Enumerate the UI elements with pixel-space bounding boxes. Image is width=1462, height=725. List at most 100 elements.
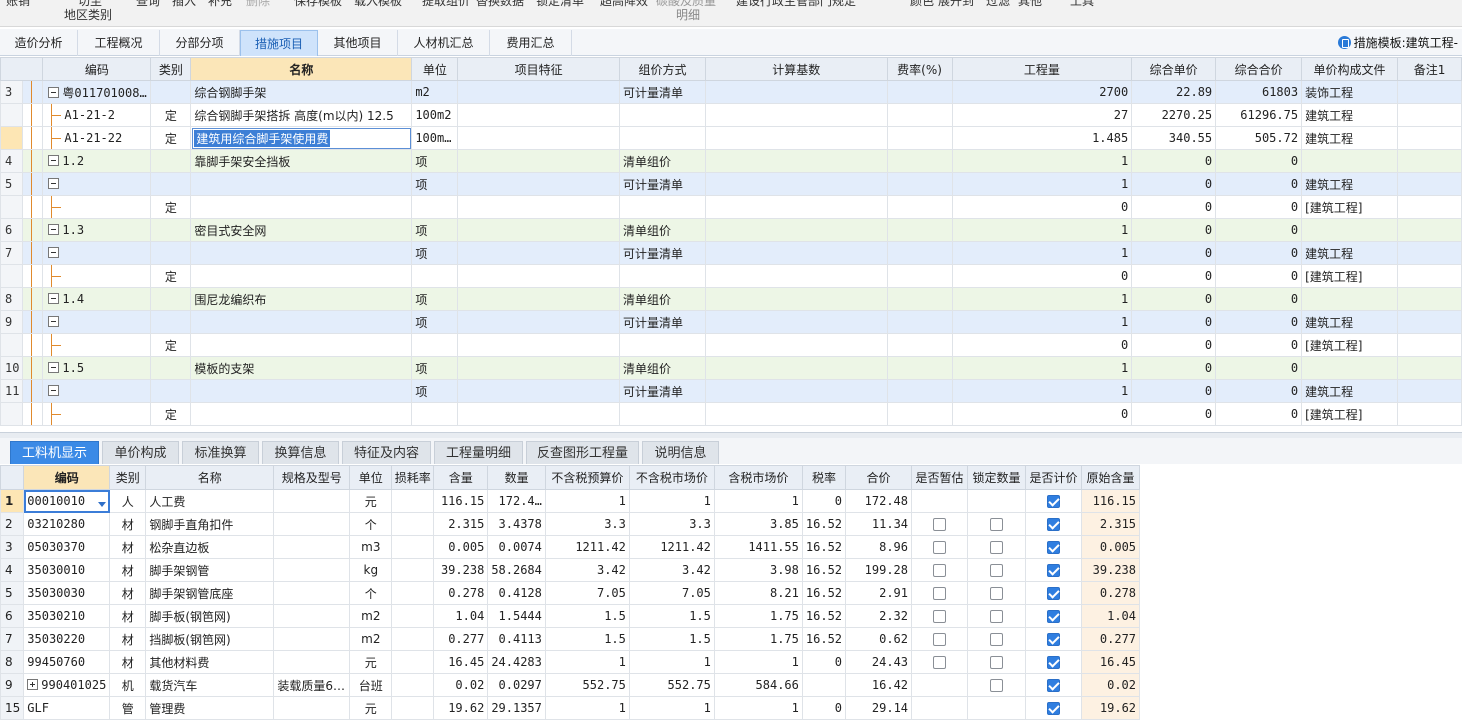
unit-cell[interactable]: 项: [411, 310, 459, 334]
lock-qty-cell[interactable]: [967, 696, 1027, 720]
loss-rate-cell[interactable]: [391, 696, 435, 720]
original-content-cell[interactable]: 19.62: [1081, 696, 1141, 720]
content-cell[interactable]: 19.62: [433, 696, 489, 720]
rate-cell[interactable]: [886, 379, 953, 403]
market-price-cell[interactable]: 1: [628, 650, 715, 674]
category-cell[interactable]: [150, 287, 192, 311]
name-cell[interactable]: 挡脚板(钢笆网): [145, 627, 275, 651]
quantity-cell[interactable]: 27: [951, 103, 1133, 127]
tab-features-content[interactable]: 特征及内容: [342, 441, 431, 464]
lock-qty-cell[interactable]: [967, 512, 1027, 536]
name-cell[interactable]: 脚手架钢管底座: [145, 581, 275, 605]
quantity-cell[interactable]: 0.0297: [487, 673, 546, 697]
quantity-cell[interactable]: 172.4…: [487, 489, 546, 513]
quantity-cell[interactable]: 0: [951, 402, 1133, 426]
feature-cell[interactable]: [457, 264, 620, 288]
feature-cell[interactable]: [457, 333, 620, 357]
code-cell[interactable]: [42, 310, 152, 334]
unit-cell[interactable]: 项: [411, 172, 459, 196]
tax-market-price-cell[interactable]: 8.21: [713, 581, 803, 605]
name-cell[interactable]: [190, 172, 413, 196]
category-cell[interactable]: [150, 218, 192, 242]
unit-price-cell[interactable]: 0: [1131, 310, 1217, 334]
total-cell[interactable]: 0: [1215, 218, 1303, 242]
row-number[interactable]: 8: [0, 287, 24, 311]
lock-checkbox[interactable]: [990, 541, 1004, 554]
original-content-cell[interactable]: 0.277: [1081, 627, 1141, 651]
measure-row[interactable]: A1-21-22 定建筑用综合脚手架使用费 100m… 1.485 340.55 505.…: [0, 126, 1462, 150]
unit-price-cell[interactable]: 0: [1131, 356, 1217, 380]
loss-rate-cell[interactable]: [391, 558, 435, 582]
spec-cell[interactable]: [273, 650, 351, 674]
total-cell[interactable]: 24.43: [845, 650, 913, 674]
tax-rate-cell[interactable]: 0: [801, 696, 847, 720]
row-number[interactable]: 1: [0, 489, 25, 513]
loss-rate-cell[interactable]: [391, 581, 435, 605]
unit-price-cell[interactable]: 0: [1131, 149, 1217, 173]
ribbon-item[interactable]: 工具: [1070, 0, 1094, 9]
unit-cell[interactable]: m2: [349, 604, 393, 628]
name-cell[interactable]: [190, 333, 413, 357]
header-quantity[interactable]: 工程量: [951, 57, 1133, 81]
row-number[interactable]: 3: [0, 535, 25, 559]
total-cell[interactable]: 11.34: [845, 512, 913, 536]
unit-price-cell[interactable]: 0: [1131, 264, 1217, 288]
quantity-cell[interactable]: 1: [951, 379, 1133, 403]
code-cell[interactable]: [42, 241, 152, 265]
tab-standard-conversion[interactable]: 标准换算: [182, 441, 259, 464]
remark-cell[interactable]: [1397, 402, 1462, 426]
budget-price-cell[interactable]: 1: [544, 489, 630, 513]
selected-name-text[interactable]: 建筑用综合脚手架使用费: [194, 129, 331, 147]
remark-cell[interactable]: [1397, 80, 1462, 104]
quantity-cell[interactable]: 1: [951, 172, 1133, 196]
content-cell[interactable]: 16.45: [433, 650, 489, 674]
is-estimate-cell[interactable]: [911, 558, 969, 582]
row-number[interactable]: 7: [0, 241, 24, 265]
unit-cell[interactable]: m3: [349, 535, 393, 559]
market-price-cell[interactable]: 3.42: [628, 558, 715, 582]
quantity-cell[interactable]: 1: [951, 241, 1133, 265]
unit-price-cell[interactable]: 340.55: [1131, 126, 1217, 150]
tax-market-price-cell[interactable]: 1: [713, 696, 803, 720]
lock-checkbox[interactable]: [990, 564, 1004, 577]
header-tax-market-price[interactable]: 含税市场价: [713, 465, 803, 490]
price-file-cell[interactable]: 建筑工程: [1301, 126, 1399, 150]
method-cell[interactable]: [619, 264, 706, 288]
priced-checkbox[interactable]: [1047, 679, 1061, 692]
loss-rate-cell[interactable]: [391, 512, 435, 536]
spec-cell[interactable]: [273, 604, 351, 628]
tax-rate-cell[interactable]: 16.52: [801, 512, 847, 536]
content-cell[interactable]: 0.005: [433, 535, 489, 559]
row-number[interactable]: [0, 264, 24, 288]
tax-rate-cell[interactable]: 0: [801, 650, 847, 674]
unit-cell[interactable]: 项: [411, 287, 459, 311]
category-cell[interactable]: 定: [150, 264, 192, 288]
estimate-checkbox[interactable]: [933, 518, 947, 531]
tab-reverse-graphic[interactable]: 反查图形工程量: [526, 441, 639, 464]
price-file-cell[interactable]: 建筑工程: [1301, 103, 1399, 127]
header-method[interactable]: 组价方式: [619, 57, 706, 81]
category-cell[interactable]: 人: [109, 489, 147, 513]
method-cell[interactable]: 可计量清单: [619, 241, 706, 265]
ribbon-item[interactable]: 查询: [136, 0, 160, 9]
measure-row[interactable]: 5 项可计量清单 1 0 0 建筑工程: [0, 172, 1462, 196]
is-priced-cell[interactable]: [1025, 604, 1083, 628]
remark-cell[interactable]: [1397, 103, 1462, 127]
header-remark[interactable]: 备注1: [1397, 57, 1462, 81]
unit-price-cell[interactable]: 0: [1131, 287, 1217, 311]
rate-cell[interactable]: [886, 126, 953, 150]
unit-cell[interactable]: kg: [349, 558, 393, 582]
name-cell[interactable]: 载货汽车: [145, 673, 275, 697]
tab-price-composition[interactable]: 单价构成: [102, 441, 179, 464]
tab-cost-analysis[interactable]: 造价分析: [0, 30, 78, 56]
rate-cell[interactable]: [886, 287, 953, 311]
lock-qty-cell[interactable]: [967, 489, 1027, 513]
original-content-cell[interactable]: 0.005: [1081, 535, 1141, 559]
tax-rate-cell[interactable]: 16.52: [801, 581, 847, 605]
spec-cell[interactable]: [273, 489, 351, 513]
code-cell[interactable]: 35030030: [23, 581, 111, 605]
ribbon-item[interactable]: 颜色: [910, 0, 934, 9]
loss-rate-cell[interactable]: [391, 650, 435, 674]
code-cell[interactable]: [42, 379, 152, 403]
name-cell[interactable]: 管理费: [145, 696, 275, 720]
